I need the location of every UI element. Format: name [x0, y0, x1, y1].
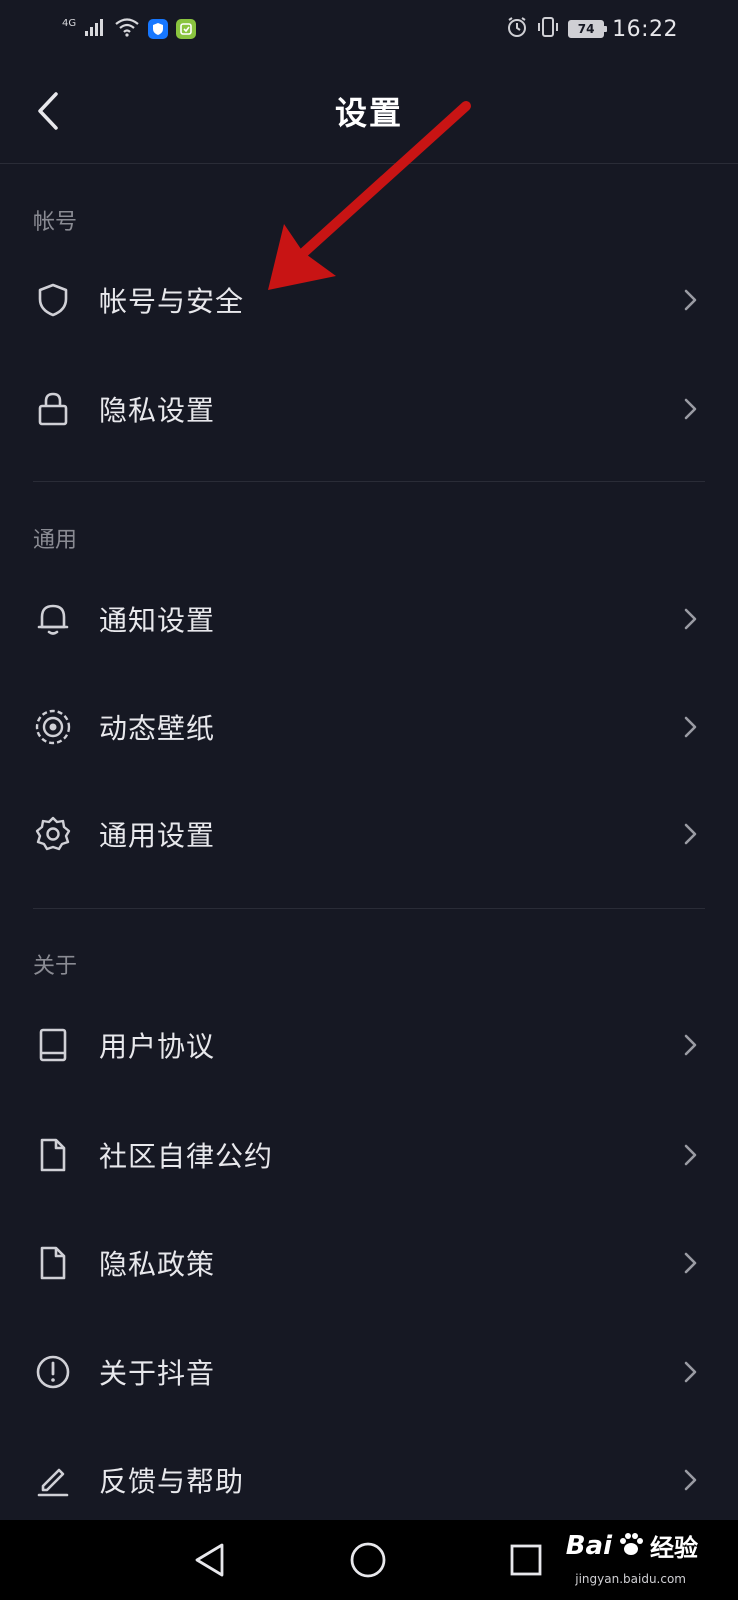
- chevron-right-icon: [682, 607, 700, 631]
- bell-icon: [34, 600, 72, 638]
- settings-row-label: 关于抖音: [99, 1357, 216, 1390]
- settings-row-label: 隐私政策: [99, 1248, 216, 1281]
- vibrate-icon: [536, 16, 560, 42]
- settings-row-label: 帐号与安全: [99, 285, 245, 318]
- square-recents-icon: [510, 1544, 542, 1576]
- watermark-logo-suffix: 经验: [650, 1534, 698, 1562]
- settings-row-label: 用户协议: [99, 1030, 216, 1063]
- nav-header: 设置: [0, 58, 738, 164]
- settings-row-account-security[interactable]: 帐号与安全: [0, 246, 738, 354]
- shield-icon: [34, 281, 72, 319]
- live-wallpaper-icon: [34, 708, 72, 746]
- nav-back-button[interactable]: [188, 1538, 232, 1582]
- settings-row-label: 通知设置: [99, 604, 216, 637]
- chevron-right-icon: [682, 1033, 700, 1057]
- status-bar-right: 74 16:22: [506, 14, 678, 44]
- nav-recents-button[interactable]: [504, 1538, 548, 1582]
- baidu-jingyan-watermark: Bai 经验: [566, 1528, 698, 1563]
- chevron-right-icon: [682, 1360, 700, 1384]
- alarm-icon: [506, 16, 528, 42]
- settings-row-privacy-policy[interactable]: 隐私政策: [0, 1209, 738, 1317]
- gear-icon: [34, 815, 72, 853]
- document-icon: [34, 1244, 72, 1282]
- status-bar: 4G 74 16:22: [0, 0, 738, 58]
- chevron-right-icon: [682, 1468, 700, 1492]
- signal-icon: [84, 17, 106, 41]
- settings-row-user-agreement[interactable]: 用户协议: [0, 991, 738, 1099]
- wifi-icon: [114, 17, 140, 41]
- settings-row-live-wallpaper[interactable]: 动态壁纸: [0, 673, 738, 781]
- battery-indicator: 74: [568, 20, 608, 38]
- network-type: 4G: [62, 17, 77, 29]
- section-divider: [33, 481, 705, 482]
- shield-app-icon: [148, 19, 169, 39]
- section-title-account: 帐号: [33, 210, 78, 235]
- settings-row-label: 动态壁纸: [99, 712, 216, 745]
- lock-icon: [34, 390, 72, 428]
- status-bar-left: 4G: [62, 14, 197, 44]
- section-divider: [33, 908, 705, 909]
- edit-icon: [34, 1461, 72, 1499]
- chevron-right-icon: [682, 288, 700, 312]
- document-icon: [34, 1136, 72, 1174]
- section-title-about: 关于: [33, 954, 78, 979]
- nav-home-button[interactable]: [346, 1538, 390, 1582]
- chevron-right-icon: [682, 715, 700, 739]
- status-time: 16:22: [612, 16, 678, 42]
- settings-row-community-guidelines[interactable]: 社区自律公约: [0, 1101, 738, 1209]
- chevron-right-icon: [682, 822, 700, 846]
- settings-row-privacy[interactable]: 隐私设置: [0, 355, 738, 463]
- settings-row-label: 社区自律公约: [99, 1140, 274, 1173]
- green-app-icon: [176, 19, 197, 39]
- chevron-right-icon: [682, 1251, 700, 1275]
- book-icon: [34, 1026, 72, 1064]
- settings-row-label: 通用设置: [99, 819, 216, 852]
- paw-icon: [616, 1529, 646, 1563]
- circle-home-icon: [350, 1542, 386, 1578]
- watermark-url: jingyan.baidu.com: [575, 1572, 686, 1586]
- watermark-logo-text: Bai: [565, 1530, 612, 1561]
- settings-row-general[interactable]: 通用设置: [0, 780, 738, 888]
- info-icon: [34, 1353, 72, 1391]
- settings-row-label: 反馈与帮助: [99, 1465, 245, 1498]
- chevron-right-icon: [682, 397, 700, 421]
- chevron-right-icon: [682, 1143, 700, 1167]
- settings-row-label: 隐私设置: [99, 394, 216, 427]
- settings-row-notifications[interactable]: 通知设置: [0, 565, 738, 673]
- settings-row-feedback-help[interactable]: 反馈与帮助: [0, 1426, 738, 1534]
- triangle-back-icon: [195, 1543, 224, 1577]
- section-title-general: 通用: [33, 528, 78, 553]
- page-title: 设置: [334, 94, 403, 132]
- settings-row-about-app[interactable]: 关于抖音: [0, 1318, 738, 1426]
